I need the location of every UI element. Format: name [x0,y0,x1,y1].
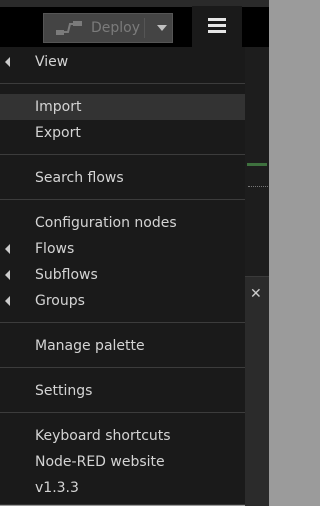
sidebar-panel [245,276,269,506]
menu-item-flows[interactable]: Flows [0,236,245,262]
menu-item-label: Configuration nodes [35,215,177,231]
menu-item-export[interactable]: Export [0,120,245,146]
caret-left-icon [5,270,10,280]
menu-divider [0,83,245,84]
menu-item-label: Subflows [35,267,98,283]
menu-item-label: Groups [35,293,85,309]
version-label: v1.3.3 [35,480,79,496]
caret-left-icon [5,296,10,306]
flow-node-fragment [247,163,267,166]
menu-item-label: Settings [35,383,93,399]
hamburger-menu-icon [208,17,226,37]
flow-link-fragment [248,186,268,188]
deploy-divider [144,18,145,38]
menu-item-subflows[interactable]: Subflows [0,262,245,288]
menu-item-groups[interactable]: Groups [0,288,245,314]
menu-item-search-flows[interactable]: Search flows [0,165,245,191]
menu-item-configuration-nodes[interactable]: Configuration nodes [0,210,245,236]
menu-item-import[interactable]: Import [0,94,245,120]
menu-item-label: Export [35,125,81,141]
deploy-flow-icon [52,14,86,42]
menu-item-view[interactable]: View [0,49,245,75]
menu-item-label: Keyboard shortcuts [35,428,171,444]
menu-divider [0,412,245,413]
menu-divider [0,154,245,155]
menu-item-keyboard-shortcuts[interactable]: Keyboard shortcuts [0,423,245,449]
chevron-down-icon[interactable] [152,25,172,31]
deploy-label: Deploy [91,20,141,36]
menu-divider [0,367,245,368]
menu-item-label: Import [35,99,82,115]
menu-divider [0,199,245,200]
menu-divider [0,322,245,323]
menu-item-label: View [35,54,69,70]
menu-item-label: Node-RED website [35,454,165,470]
menu-item-version: v1.3.3 [0,475,245,501]
menu-item-settings[interactable]: Settings [0,378,245,404]
menu-item-label: Search flows [35,170,124,186]
caret-left-icon [5,57,10,67]
main-menu: View Import Export Search flows Configur… [0,47,245,505]
deploy-button[interactable]: Deploy [43,13,173,43]
menu-item-label: Flows [35,241,75,257]
menu-item-node-red-website[interactable]: Node-RED website [0,449,245,475]
menu-item-label: Manage palette [35,338,145,354]
close-icon[interactable]: ✕ [250,286,262,302]
header-bar: Deploy [0,0,269,47]
caret-left-icon [5,244,10,254]
main-menu-button[interactable] [192,6,242,47]
menu-item-manage-palette[interactable]: Manage palette [0,333,245,359]
